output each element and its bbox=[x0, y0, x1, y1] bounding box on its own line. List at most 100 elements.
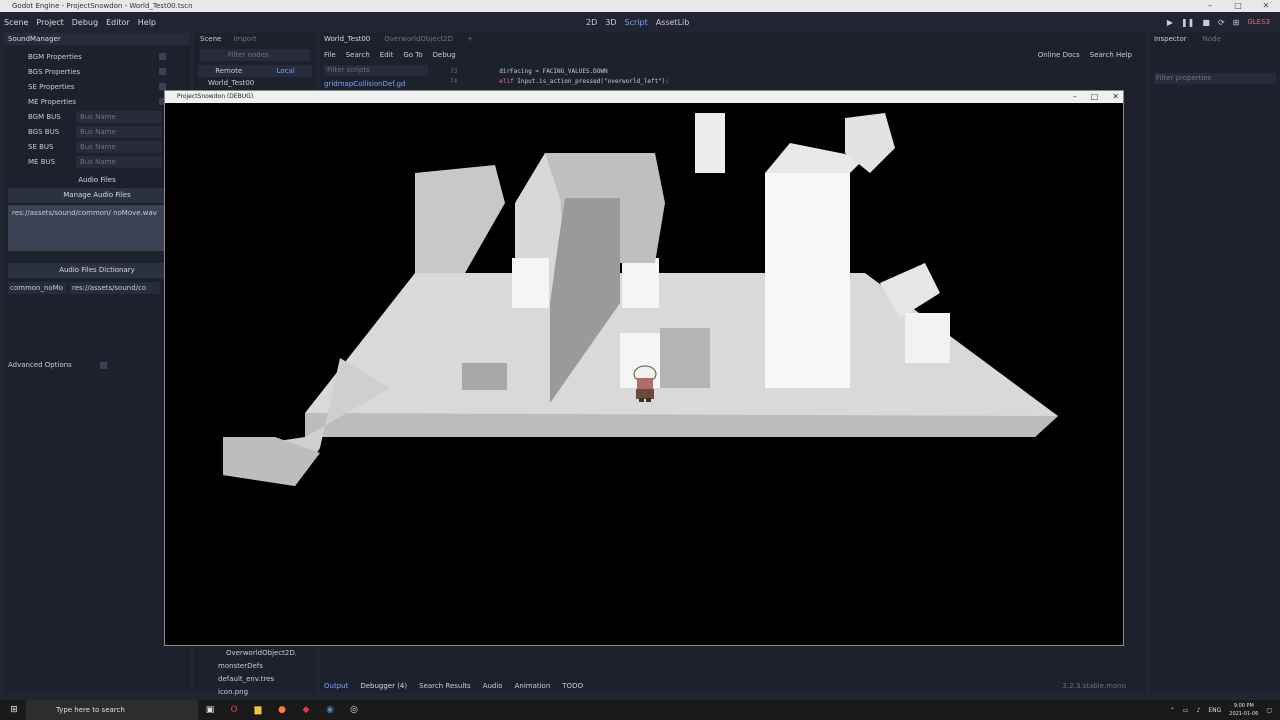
tab-animation[interactable]: Animation bbox=[515, 682, 551, 690]
audio-file-item[interactable]: res://assets/sound/common/ noMove.wav bbox=[12, 209, 157, 217]
tab-debugger[interactable]: Debugger (4) bbox=[360, 682, 407, 690]
minimize-icon[interactable]: – bbox=[1196, 0, 1224, 12]
filter-properties-input[interactable]: Filter properties bbox=[1154, 73, 1276, 84]
game-maximize-icon[interactable]: □ bbox=[1091, 91, 1099, 103]
bgs-checkbox[interactable] bbox=[159, 68, 166, 75]
taskbar-search-input[interactable]: Type here to search bbox=[26, 700, 198, 720]
play-scene-icon[interactable]: ⟳ bbox=[1218, 18, 1225, 27]
tab-audio[interactable]: Audio bbox=[483, 682, 503, 690]
fs-item[interactable]: default_env.tres bbox=[194, 673, 316, 686]
white-pillar-1 bbox=[512, 258, 549, 308]
windows-taskbar: ⊞ Type here to search ▣ O ▆ ● ◆ ◉ ◎ ⌃ ▭ … bbox=[0, 700, 1280, 720]
scene-root-node[interactable]: World_Test00 bbox=[194, 77, 316, 89]
code-line[interactable]: 74 elif Input.is_action_pressed("overworl… bbox=[450, 78, 669, 85]
tab-overworld-object[interactable]: OverworldObject2D bbox=[384, 35, 453, 43]
script-menu-file[interactable]: File bbox=[324, 51, 336, 59]
bgs-bus-input[interactable]: Bus Name bbox=[76, 125, 162, 138]
script-menu-goto[interactable]: Go To bbox=[403, 51, 422, 59]
block-front-right bbox=[660, 328, 710, 388]
game-close-icon[interactable]: ✕ bbox=[1112, 91, 1119, 103]
menu-debug[interactable]: Debug bbox=[68, 18, 102, 27]
fs-item[interactable]: OverworldObject2D. bbox=[194, 647, 316, 660]
opera-icon[interactable]: O bbox=[222, 705, 246, 715]
workspace-script[interactable]: Script bbox=[625, 18, 648, 27]
search-help-button[interactable]: Search Help bbox=[1090, 51, 1132, 59]
clock[interactable]: 9:00 PM 2021-01-06 bbox=[1229, 702, 1258, 718]
tab-search-results[interactable]: Search Results bbox=[419, 682, 471, 690]
workspace-3d[interactable]: 3D bbox=[605, 18, 616, 27]
game-debug-window[interactable]: ProjectSnowdon (DEBUG) – □ ✕ bbox=[164, 90, 1124, 646]
tab-todo[interactable]: TODO bbox=[562, 682, 583, 690]
app-icon-red[interactable]: ◆ bbox=[294, 705, 318, 715]
notification-icon[interactable]: ▢ bbox=[1266, 707, 1272, 714]
dictionary-row: common_noMo res://assets/sound/co bbox=[8, 282, 186, 294]
dictionary-key[interactable]: common_noMo bbox=[8, 282, 66, 294]
menu-project[interactable]: Project bbox=[32, 18, 67, 27]
windows-start-icon[interactable]: ⊞ bbox=[2, 705, 26, 715]
bgm-properties[interactable]: BGM Properties bbox=[4, 49, 190, 64]
soundmanager-tab[interactable]: SoundManager bbox=[4, 33, 190, 45]
pause-icon[interactable]: ❚❚ bbox=[1181, 18, 1194, 27]
language-indicator[interactable]: ENG bbox=[1208, 707, 1221, 714]
tab-node[interactable]: Node bbox=[1203, 35, 1221, 43]
workspace-2d[interactable]: 2D bbox=[586, 18, 597, 27]
tray-arrow-icon[interactable]: ⌃ bbox=[1170, 707, 1175, 714]
filter-nodes-input[interactable]: Filter nodes bbox=[200, 49, 310, 61]
menu-scene[interactable]: Scene bbox=[0, 18, 32, 27]
version-label: 3.2.3.stable.mono bbox=[1062, 682, 1126, 690]
bgm-bus-row: BGM BUS Bus Name bbox=[4, 109, 190, 124]
me-properties[interactable]: ME Properties bbox=[4, 94, 190, 109]
player-character bbox=[633, 365, 657, 402]
godot-icon[interactable]: ◉ bbox=[318, 705, 342, 715]
firefox-icon[interactable]: ● bbox=[270, 705, 294, 715]
local-button[interactable]: Local bbox=[277, 67, 295, 75]
play-custom-icon[interactable]: ⊞ bbox=[1233, 18, 1240, 27]
se-checkbox[interactable] bbox=[159, 83, 166, 90]
network-icon[interactable]: ▭ bbox=[1183, 707, 1189, 714]
workspace-assetlib[interactable]: AssetLib bbox=[656, 18, 690, 27]
fs-item[interactable]: icon.png bbox=[194, 686, 316, 699]
tab-inspector[interactable]: Inspector bbox=[1154, 35, 1187, 43]
manage-audio-files-button[interactable]: Manage Audio Files bbox=[8, 188, 186, 203]
menu-editor[interactable]: Editor bbox=[102, 18, 134, 27]
audio-files-list[interactable]: res://assets/sound/common/ noMove.wav bbox=[8, 205, 186, 251]
tab-world-test00[interactable]: World_Test00 bbox=[324, 35, 370, 43]
se-bus-input[interactable]: Bus Name bbox=[76, 140, 162, 153]
script-list-item[interactable]: gridmapCollisionDef.gd bbox=[324, 80, 405, 88]
task-view-icon[interactable]: ▣ bbox=[198, 705, 222, 715]
close-icon[interactable]: ✕ bbox=[1252, 0, 1280, 12]
advanced-options-checkbox[interactable] bbox=[100, 362, 107, 369]
script-menu-edit[interactable]: Edit bbox=[380, 51, 394, 59]
game-viewport[interactable] bbox=[165, 103, 1123, 645]
white-tower bbox=[765, 173, 850, 388]
dictionary-value[interactable]: res://assets/sound/co bbox=[70, 282, 160, 294]
bgm-bus-input[interactable]: Bus Name bbox=[76, 110, 162, 123]
file-explorer-icon[interactable]: ▆ bbox=[246, 705, 270, 715]
bgs-properties[interactable]: BGS Properties bbox=[4, 64, 190, 79]
maximize-icon[interactable]: □ bbox=[1224, 0, 1252, 12]
script-menu-debug[interactable]: Debug bbox=[433, 51, 456, 59]
chrome-icon[interactable]: ◎ bbox=[342, 705, 366, 715]
me-bus-input[interactable]: Bus Name bbox=[76, 155, 162, 168]
script-menu-search[interactable]: Search bbox=[346, 51, 370, 59]
filesystem-list: OverworldObject2D. monsterDefs default_e… bbox=[194, 647, 316, 699]
se-properties[interactable]: SE Properties bbox=[4, 79, 190, 94]
tab-scene[interactable]: Scene bbox=[200, 35, 221, 43]
add-tab-icon[interactable]: + bbox=[467, 35, 473, 43]
volume-icon[interactable]: ♪ bbox=[1196, 707, 1200, 714]
menu-help[interactable]: Help bbox=[134, 18, 160, 27]
game-minimize-icon[interactable]: – bbox=[1073, 91, 1077, 103]
remote-button[interactable]: Remote bbox=[215, 67, 242, 75]
system-tray: ⌃ ▭ ♪ ENG 9:00 PM 2021-01-06 ▢ bbox=[1170, 700, 1272, 720]
bgm-checkbox[interactable] bbox=[159, 53, 166, 60]
code-line[interactable]: 73 dirFacing = FACING_VALUES.DOWN bbox=[450, 68, 608, 75]
filter-scripts-input[interactable]: Filter scripts bbox=[324, 65, 428, 76]
online-docs-button[interactable]: Online Docs bbox=[1038, 51, 1080, 59]
tab-import[interactable]: Import bbox=[233, 35, 256, 43]
stop-icon[interactable]: ■ bbox=[1202, 18, 1210, 27]
renderer-label[interactable]: GLES3 bbox=[1247, 18, 1270, 26]
play-icon[interactable]: ▶ bbox=[1167, 18, 1173, 27]
fs-item[interactable]: monsterDefs bbox=[194, 660, 316, 673]
code-text: Input.is_action_pressed("overworld_left"… bbox=[513, 78, 670, 85]
tab-output[interactable]: Output bbox=[324, 682, 348, 690]
